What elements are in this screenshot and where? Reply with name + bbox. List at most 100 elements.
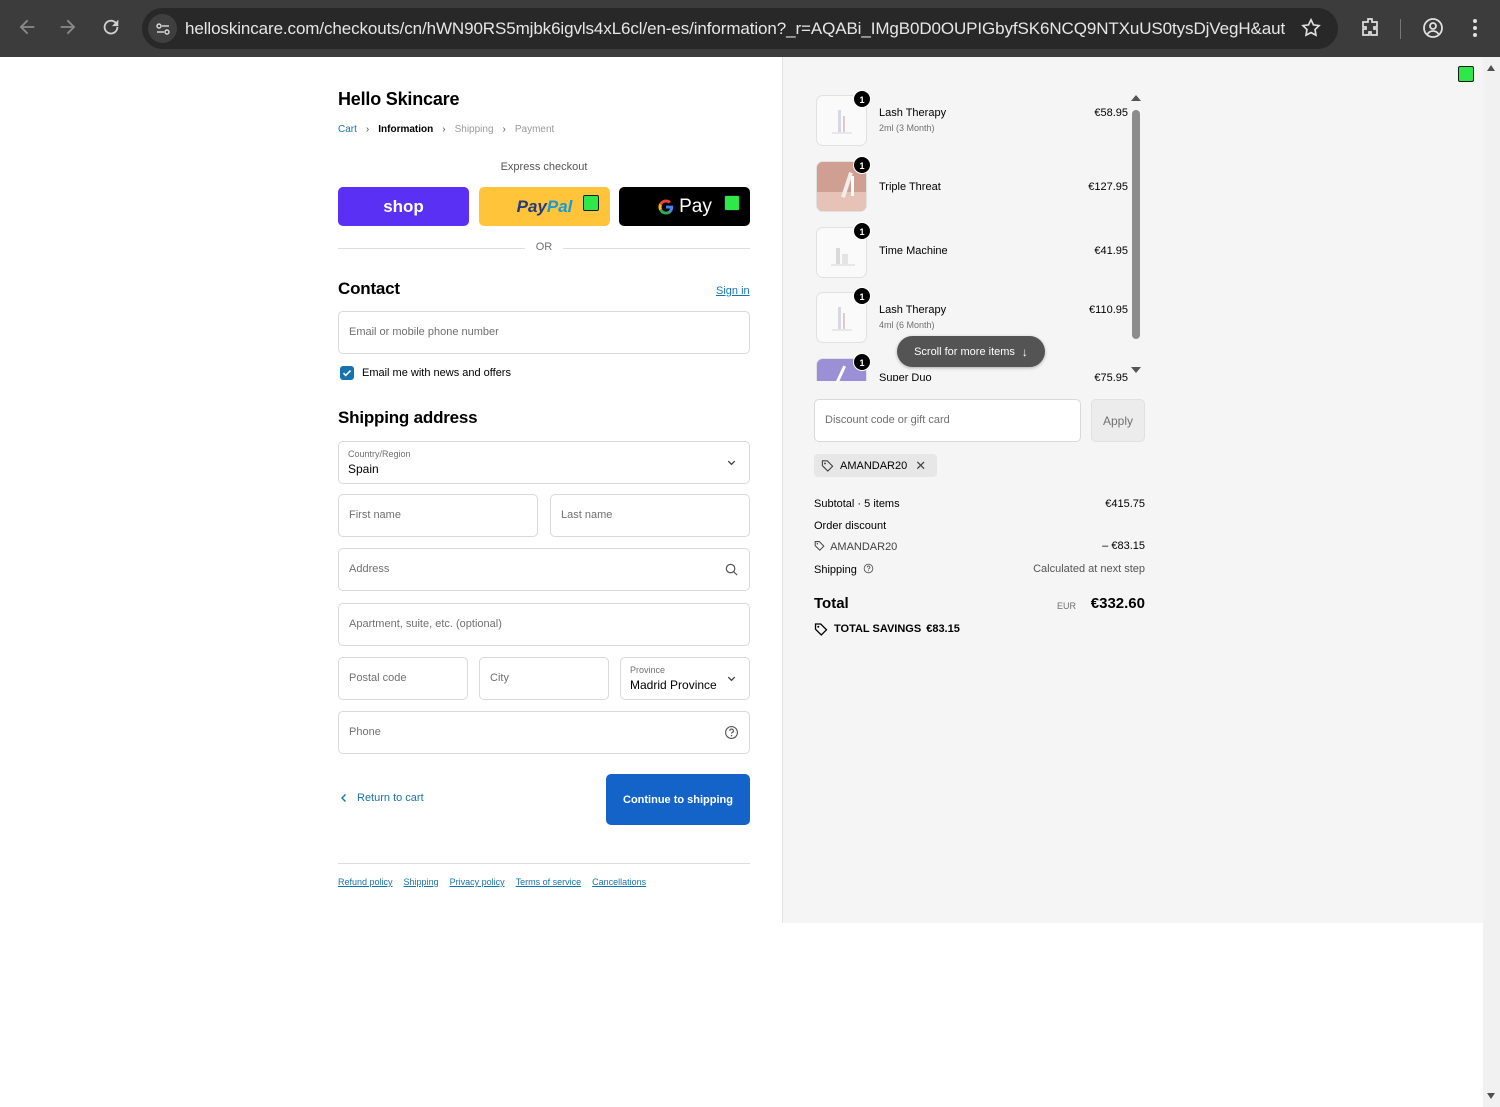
discount-code-input[interactable]: Discount code or gift card — [814, 399, 1081, 442]
address-placeholder: Address — [349, 563, 390, 575]
site-settings-icon[interactable] — [148, 14, 177, 43]
cancellations-link[interactable]: Cancellations — [592, 877, 646, 887]
breadcrumb-information: Information — [378, 124, 434, 135]
newsletter-label: Email me with news and offers — [362, 367, 511, 379]
bookmark-star-icon[interactable] — [1300, 17, 1322, 39]
item-name: Triple Threat — [879, 181, 941, 193]
scroll-up-arrow-icon[interactable] — [1131, 95, 1141, 101]
city-field[interactable]: City — [479, 657, 609, 700]
total-savings: TOTAL SAVINGS €83.15 — [814, 622, 960, 636]
postal-code-placeholder: Postal code — [349, 672, 407, 684]
breadcrumb: Cart › Information › Shipping › Payment — [338, 124, 554, 135]
items-scrollbar[interactable] — [1130, 93, 1142, 375]
scroll-up-arrow-icon[interactable] — [1487, 65, 1495, 71]
province-select[interactable]: Province Madrid Province — [620, 657, 750, 700]
address-bar[interactable]: helloskincare.com/checkouts/cn/hWN90RS5m… — [142, 8, 1338, 49]
discount-value: – €83.15 — [1102, 540, 1145, 552]
help-icon[interactable] — [863, 563, 874, 574]
total-row: Total EUR €332.60 — [814, 595, 1145, 613]
scroll-for-more-button[interactable]: Scroll for more items ↓ — [897, 336, 1045, 367]
profile-icon[interactable] — [1421, 16, 1445, 40]
footer-links: Refund policy Shipping Privacy policy Te… — [338, 877, 657, 887]
return-to-cart-link[interactable]: Return to cart — [338, 792, 424, 804]
item-name: Lash Therapy — [879, 304, 947, 316]
line-item: 1 Time Machine €41.95 — [814, 219, 1130, 278]
scroll-down-arrow-icon[interactable] — [1131, 367, 1141, 373]
apartment-placeholder: Apartment, suite, etc. (optional) — [349, 618, 502, 630]
newsletter-option[interactable]: Email me with news and offers — [340, 366, 511, 380]
country-label: Country/Region — [348, 449, 411, 459]
forward-icon[interactable] — [56, 16, 80, 40]
quantity-badge: 1 — [853, 287, 871, 305]
item-price: €127.95 — [1088, 181, 1128, 193]
chevron-right-icon: › — [502, 124, 506, 135]
apartment-field[interactable]: Apartment, suite, etc. (optional) — [338, 603, 750, 646]
marker-square — [583, 195, 599, 211]
shop-pay-button[interactable]: shop — [338, 187, 469, 226]
marker-square — [724, 195, 740, 211]
item-price: €58.95 — [1094, 107, 1128, 119]
phone-field[interactable]: Phone — [338, 711, 750, 754]
chevron-down-icon — [727, 676, 736, 682]
newsletter-checkbox[interactable] — [340, 366, 354, 380]
apply-discount-button[interactable]: Apply — [1091, 399, 1145, 442]
postal-code-field[interactable]: Postal code — [338, 657, 468, 700]
applied-discount-chip: AMANDAR20 ✕ — [814, 454, 937, 477]
menu-kebab-icon[interactable] — [1463, 16, 1487, 40]
quantity-badge: 1 — [853, 90, 871, 108]
page-viewport: Hello Skincare Cart › Information › Ship… — [0, 57, 1483, 1107]
help-icon[interactable] — [724, 725, 739, 740]
quantity-badge: 1 — [853, 353, 871, 371]
country-select[interactable]: Country/Region Spain — [338, 441, 750, 484]
subtotal-row: Subtotal · 5 items €415.75 — [814, 498, 1145, 510]
back-icon[interactable] — [15, 16, 39, 40]
continue-to-shipping-button[interactable]: Continue to shipping — [606, 774, 750, 825]
email-field[interactable]: Email or mobile phone number — [338, 311, 750, 354]
scrollbar-thumb[interactable] — [1132, 110, 1140, 339]
sign-in-link[interactable]: Sign in — [716, 285, 750, 297]
discount-code-label: AMANDAR20 — [830, 541, 898, 553]
savings-tag-icon — [814, 623, 828, 636]
google-pay-button[interactable]: Pay — [619, 187, 750, 226]
breadcrumb-cart[interactable]: Cart — [338, 124, 357, 135]
terms-of-service-link[interactable]: Terms of service — [516, 877, 582, 887]
scroll-down-arrow-icon[interactable] — [1487, 1093, 1495, 1099]
breadcrumb-payment: Payment — [514, 124, 555, 135]
quantity-badge: 1 — [853, 222, 871, 240]
google-g-icon — [658, 199, 674, 215]
total-label: Total — [814, 595, 849, 612]
discount-code-row: AMANDAR20 – €83.15 — [814, 540, 1145, 553]
page-scrollbar[interactable] — [1483, 57, 1500, 1107]
shop-title[interactable]: Hello Skincare — [338, 89, 459, 110]
url-text[interactable]: helloskincare.com/checkouts/cn/hWN90RS5m… — [185, 19, 1285, 39]
paypal-label-pal: Pal — [546, 196, 573, 216]
item-variant: 4ml (6 Month) — [879, 320, 935, 330]
paypal-button[interactable]: Pay Pal — [479, 187, 610, 226]
shipping-address-title: Shipping address — [338, 408, 478, 427]
savings-label: TOTAL SAVINGS — [834, 623, 922, 635]
last-name-placeholder: Last name — [561, 509, 613, 521]
first-name-field[interactable]: First name — [338, 494, 538, 537]
shipping-policy-link[interactable]: Shipping — [404, 877, 439, 887]
breadcrumb-shipping: Shipping — [454, 124, 494, 135]
contact-title: Contact — [338, 279, 400, 298]
discount-placeholder: Discount code or gift card — [825, 414, 950, 426]
privacy-policy-link[interactable]: Privacy policy — [450, 877, 505, 887]
checkmark-icon — [342, 370, 352, 377]
applied-code-label: AMANDAR20 — [840, 459, 908, 472]
or-divider: OR — [338, 241, 750, 255]
address-field[interactable]: Address — [338, 548, 750, 591]
toolbar-divider — [1400, 19, 1401, 39]
email-placeholder: Email or mobile phone number — [349, 326, 499, 338]
refund-policy-link[interactable]: Refund policy — [338, 877, 393, 887]
savings-value: €83.15 — [926, 623, 960, 635]
shipping-value: Calculated at next step — [1033, 563, 1145, 575]
or-label: OR — [535, 241, 553, 253]
chevron-right-icon: › — [365, 124, 370, 135]
remove-discount-icon[interactable]: ✕ — [915, 458, 926, 474]
last-name-field[interactable]: Last name — [550, 494, 750, 537]
item-name: Lash Therapy — [879, 107, 947, 119]
reload-icon[interactable] — [99, 16, 123, 40]
extensions-icon[interactable] — [1358, 16, 1382, 40]
province-label: Province — [630, 665, 666, 675]
